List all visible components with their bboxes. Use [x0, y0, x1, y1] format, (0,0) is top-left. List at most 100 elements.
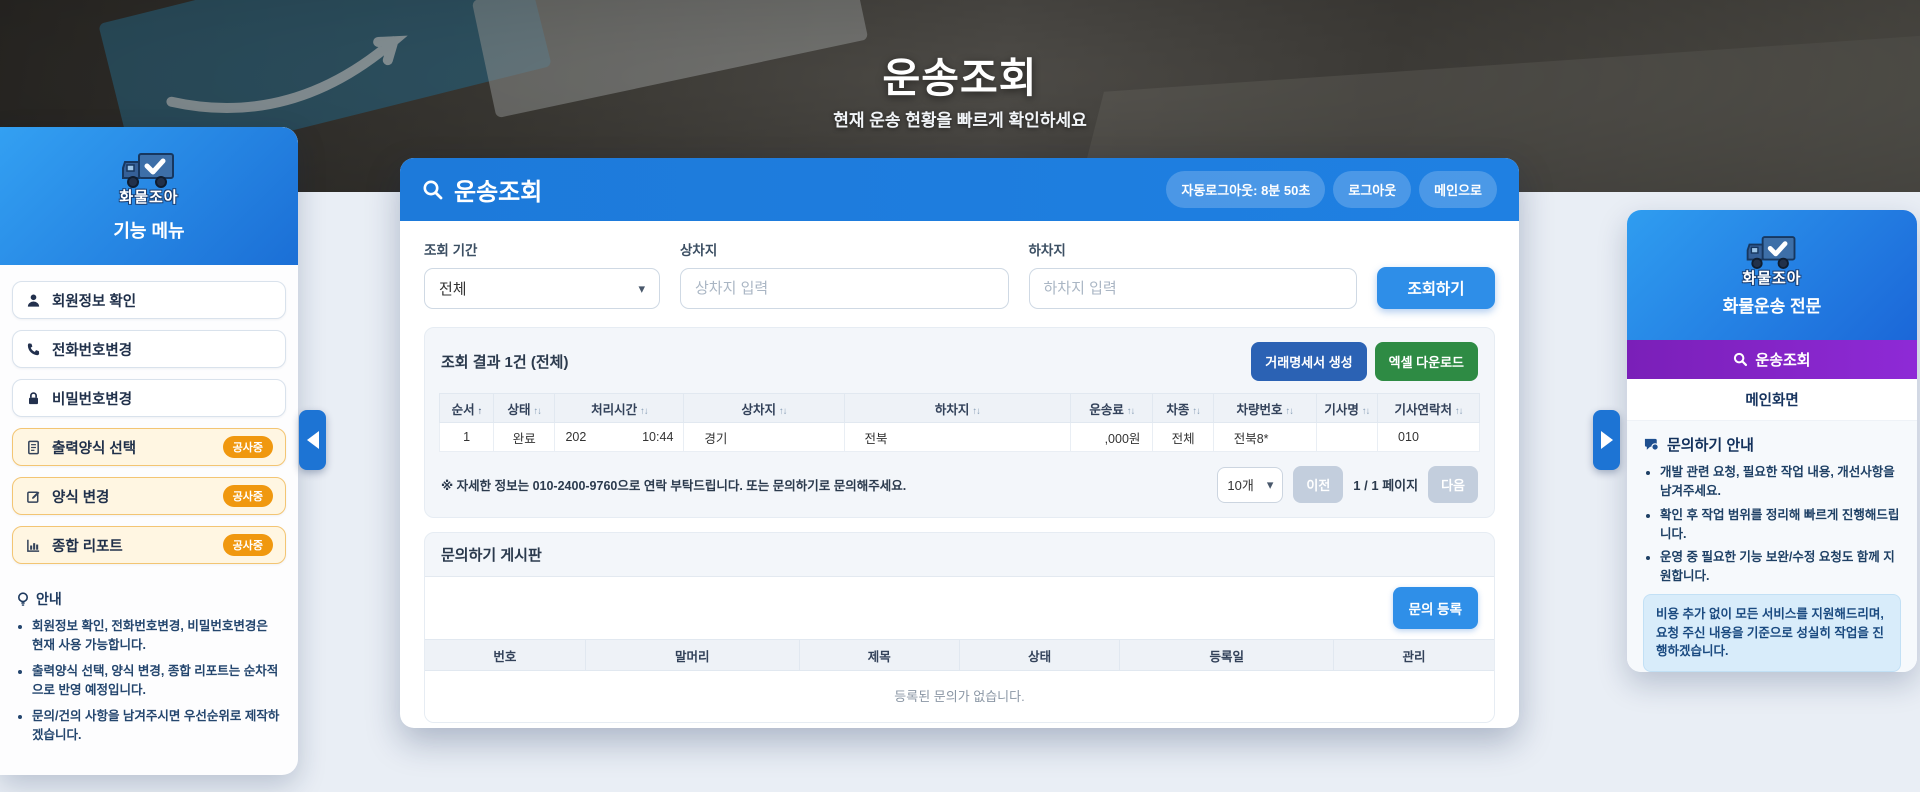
lightbulb-icon: [18, 591, 28, 606]
sort-icon: ↑↓: [1126, 405, 1135, 417]
next-page-button[interactable]: 다음: [1428, 466, 1478, 503]
create-statement-button[interactable]: 거래명세서 생성: [1251, 342, 1367, 381]
inquiry-guide-title: 문의하기 안내: [1667, 437, 1754, 455]
notice-title: 안내: [36, 591, 62, 607]
col-number: 번호: [425, 639, 586, 671]
bar-chart-icon: [25, 537, 41, 553]
logo-text: 화물조아: [1742, 270, 1802, 288]
sidebar-menu: 회원정보 확인 전화번호변경 비밀번호변경 출력양식 선택 공사중 양식 변경 …: [0, 265, 298, 564]
right-sidebar: 화물조아 화물운송 전문 운송조회 메인화면 문의하기 안내 개발 관련 요청,…: [1627, 210, 1917, 672]
sidebar-item-label: 종합 리포트: [52, 538, 123, 555]
sidebar-item-phone-change[interactable]: 전화번호변경: [12, 330, 286, 368]
inquiry-bullet: 개발 관련 요청, 필요한 작업 내용, 개선사항을 남겨주세요.: [1660, 463, 1901, 501]
cell-fee: ,000원: [1070, 422, 1154, 452]
sidebar-item-label: 전화번호변경: [52, 342, 133, 359]
logo: 화물조아: [1742, 233, 1802, 288]
results-card: 조회 결과 1건 (전체) 거래명세서 생성 엑셀 다운로드 순서 ↑ 상태 ↑↓ …: [424, 327, 1495, 518]
under-construction-badge: 공사중: [222, 485, 273, 507]
sidebar-item-format-change[interactable]: 양식 변경 공사중: [12, 477, 286, 515]
cell-time: 202 10:44: [554, 422, 685, 452]
nav-item-transport-inquiry-active[interactable]: 운송조회: [1627, 340, 1917, 380]
board-title: 문의하기 게시판: [425, 533, 1494, 577]
search-icon: [1734, 353, 1748, 367]
sort-icon: ↑↓: [1455, 405, 1463, 417]
notice-bullet: 출력양식 선택, 양식 변경, 종합 리포트는 순차적으로 반영 예정입니다.: [32, 662, 280, 701]
col-fee[interactable]: 운송료 ↑↓: [1070, 393, 1154, 423]
sidebar-item-label: 회원정보 확인: [52, 293, 137, 310]
left-sidebar-header: 화물조아 기능 메뉴: [0, 127, 298, 265]
col-date: 등록일: [1119, 639, 1334, 671]
chevron-left-icon: [306, 431, 319, 449]
expand-right-sidebar-button[interactable]: [1593, 410, 1620, 470]
auto-logout-timer[interactable]: 자동로그아웃: 8분 50초: [1166, 171, 1326, 208]
period-select[interactable]: 전체 ▾: [424, 268, 660, 309]
col-driver[interactable]: 기사명 ↑↓: [1315, 393, 1379, 423]
sort-icon: ↑↓: [972, 405, 980, 417]
cell-driver: [1315, 422, 1379, 452]
origin-input[interactable]: [695, 280, 994, 297]
results-summary: 조회 결과 1건 (전체): [441, 354, 569, 371]
inquiry-header-row: 번호 말머리 제목 상태 등록일 관리: [425, 639, 1494, 671]
col-time[interactable]: 처리시간 ↑↓: [554, 393, 685, 423]
table-row[interactable]: 1 완료 202 10:44 경기 전북 ,000원 전체 전북8* 010: [438, 422, 1480, 452]
col-dest[interactable]: 하차지 ↑↓: [843, 393, 1072, 423]
inquiry-guide: 문의하기 안내 개발 관련 요청, 필요한 작업 내용, 개선사항을 남겨주세요…: [1627, 420, 1917, 672]
col-status[interactable]: 상태 ↑↓: [493, 393, 556, 423]
nav-item-main-screen[interactable]: 메인화면: [1627, 379, 1917, 421]
under-construction-badge: 공사중: [222, 534, 273, 556]
col-origin[interactable]: 상차지 ↑↓: [683, 393, 845, 423]
period-select-value: 전체: [439, 281, 467, 298]
under-construction-badge: 공사중: [222, 436, 273, 458]
inquiry-table: 번호 말머리 제목 상태 등록일 관리: [425, 639, 1494, 671]
excel-download-button[interactable]: 엑셀 다운로드: [1374, 342, 1478, 381]
results-table: 순서 ↑ 상태 ↑↓ 처리시간 ↑↓ 상차지 ↑↓ 하차지 ↑↓ 운송료 ↑↓ 차종 ↑↓ 차…: [438, 393, 1480, 452]
page-size-select[interactable]: 10개 ▾: [1217, 466, 1284, 503]
inquiry-board-card: 문의하기 게시판 문의 등록 번호 말머리 제목 상태 등록일 관리 등록된 문…: [424, 532, 1495, 723]
origin-label: 상차지: [680, 243, 718, 258]
col-car-no[interactable]: 차량번호 ↑↓: [1212, 393, 1317, 423]
notice-bullet: 문의/건의 사항을 남겨주시면 우선순위로 제작하겠습니다.: [32, 707, 280, 746]
logout-button[interactable]: 로그아웃: [1333, 171, 1412, 208]
chevron-down-icon: ▾: [1266, 476, 1274, 492]
col-state: 상태: [958, 639, 1120, 671]
chevron-down-icon: ▾: [638, 280, 645, 296]
sidebar-item-password-change[interactable]: 비밀번호변경: [12, 379, 286, 417]
prev-page-button[interactable]: 이전: [1293, 466, 1344, 503]
sidebar-item-print-format[interactable]: 출력양식 선택 공사중: [12, 428, 286, 466]
logo: 화물조아: [117, 150, 181, 207]
col-car-type[interactable]: 차종 ↑↓: [1152, 393, 1214, 423]
pagination: 10개 ▾ 이전 1 / 1 페이지 다음: [1217, 466, 1478, 503]
inquiry-guide-list: 개발 관련 요청, 필요한 작업 내용, 개선사항을 남겨주세요. 확인 후 작…: [1643, 463, 1901, 586]
period-field: 조회 기간 전체 ▾: [424, 239, 660, 309]
period-label: 조회 기간: [424, 243, 478, 258]
register-inquiry-button[interactable]: 문의 등록: [1392, 587, 1478, 629]
transport-inquiry-panel: 운송조회 자동로그아웃: 8분 50초 로그아웃 메인으로 조회 기간 전체 ▾…: [400, 158, 1519, 728]
inquiry-bullet: 확인 후 작업 범위를 정리해 빠르게 진행해드립니다.: [1660, 506, 1901, 544]
sort-icon: ↑↓: [1192, 405, 1200, 417]
origin-field: 상차지: [680, 239, 1009, 309]
panel-header: 운송조회 자동로그아웃: 8분 50초 로그아웃 메인으로: [400, 158, 1519, 221]
left-sidebar: 화물조아 기능 메뉴 회원정보 확인 전화번호변경 비밀번호변경 출력양식 선택…: [0, 127, 298, 775]
cell-origin: 경기: [683, 422, 845, 452]
col-contact[interactable]: 기사연락처 ↑↓: [1377, 393, 1480, 423]
cell-car-type: 전체: [1152, 422, 1214, 452]
sidebar-item-member-info[interactable]: 회원정보 확인: [12, 281, 286, 319]
panel-title: 운송조회: [422, 172, 542, 207]
dest-input[interactable]: [1043, 280, 1342, 297]
col-prefix: 말머리: [584, 639, 800, 671]
cell-status: 완료: [493, 422, 556, 452]
collapse-left-sidebar-button[interactable]: [299, 410, 326, 470]
col-seq[interactable]: 순서 ↑: [438, 393, 495, 423]
edit-icon: [25, 488, 41, 504]
sidebar-subtitle: 화물운송 전문: [1722, 297, 1822, 317]
sidebar-item-report[interactable]: 종합 리포트 공사중: [12, 526, 286, 564]
inquiry-highlight-box: 비용 추가 없이 모든 서비스를 지원해드리며, 요청 주신 내용을 기준으로 …: [1643, 593, 1901, 672]
nav-item-label: 운송조회: [1755, 352, 1811, 370]
search-form: 조회 기간 전체 ▾ 상차지 하차지 조회하기: [424, 239, 1495, 309]
cell-seq: 1: [438, 422, 495, 452]
search-button[interactable]: 조회하기: [1377, 267, 1495, 309]
right-sidebar-header: 화물조아 화물운송 전문: [1627, 210, 1917, 341]
panel-title-text: 운송조회: [454, 179, 543, 206]
go-main-button[interactable]: 메인으로: [1419, 171, 1497, 208]
sort-icon: ↑↓: [533, 405, 542, 417]
